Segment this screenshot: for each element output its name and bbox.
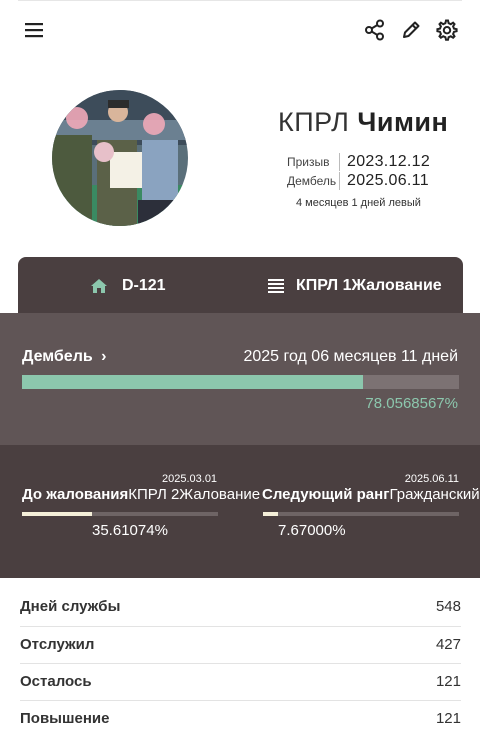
stat-remaining: Осталось 121 bbox=[20, 663, 461, 700]
tab-salary-label: КПРЛ 1Жалование bbox=[296, 277, 442, 294]
next-rank-progress-fill bbox=[263, 512, 279, 516]
enlist-date: 2023.12.12 bbox=[347, 153, 431, 170]
stat-value: 548 bbox=[435, 598, 461, 615]
pencil-icon[interactable] bbox=[399, 18, 423, 42]
next-rank-label-bold: Следующий ранг bbox=[262, 486, 390, 503]
top-divider bbox=[18, 0, 462, 1]
salary-label-bold: До жалования bbox=[22, 486, 129, 503]
discharge-progress-title[interactable]: Дембель › bbox=[22, 348, 106, 366]
remaining-text: 4 месяцев 1 дней левый bbox=[296, 197, 421, 209]
discharge-date: 2025.06.11 bbox=[347, 172, 429, 189]
list-icon bbox=[268, 279, 284, 293]
tab-salary[interactable]: КПРЛ 1Жалование bbox=[268, 257, 442, 315]
discharge-progress-percent: 78.0568567% bbox=[365, 395, 458, 412]
stat-label: Отслужил bbox=[20, 636, 95, 653]
gear-icon[interactable] bbox=[435, 18, 459, 42]
discharge-separator bbox=[339, 172, 340, 190]
name-text: Чимин bbox=[357, 107, 449, 137]
discharge-progress-bar bbox=[22, 375, 459, 389]
home-icon bbox=[91, 279, 107, 293]
rank-text: КПРЛ bbox=[278, 107, 350, 137]
discharge-progress-label: Дембель bbox=[22, 348, 93, 365]
next-rank-label-rest: Гражданский bbox=[389, 486, 480, 503]
salary-progress-label: До жалованияКПРЛ 2Жалование bbox=[22, 486, 260, 503]
top-bar bbox=[0, 0, 480, 60]
next-rank-progress-percent: 7.67000% bbox=[278, 522, 346, 539]
salary-date: 2025.03.01 bbox=[162, 473, 218, 485]
discharge-progress-fill bbox=[22, 375, 364, 389]
stat-label: Повышение bbox=[20, 710, 110, 727]
stat-value: 121 bbox=[435, 710, 461, 727]
avatar[interactable] bbox=[52, 90, 188, 226]
stat-service-days: Дней службы 548 bbox=[20, 588, 461, 625]
stat-promotion: Повышение 121 bbox=[20, 700, 461, 734]
chevron-right-icon: › bbox=[101, 348, 107, 365]
salary-label-rest: КПРЛ 2Жалование bbox=[128, 486, 261, 503]
enlist-separator bbox=[339, 153, 340, 171]
share-icon[interactable] bbox=[363, 18, 387, 42]
enlist-row: Призыв 2023.12.12 bbox=[287, 153, 430, 171]
profile-name: КПРЛ Чимин bbox=[278, 107, 448, 138]
stat-label: Дней службы bbox=[20, 598, 121, 615]
tab-dday[interactable]: D-121 bbox=[90, 257, 166, 315]
salary-progress-bar bbox=[22, 512, 218, 516]
next-rank-progress-bar bbox=[263, 512, 459, 516]
salary-progress-fill bbox=[22, 512, 92, 516]
stat-served: Отслужил 427 bbox=[20, 626, 461, 663]
tab-dday-label: D-121 bbox=[122, 277, 166, 294]
sub-progress-panel: 2025.03.01 До жалованияКПРЛ 2Жалование 3… bbox=[0, 445, 480, 578]
stat-value: 427 bbox=[435, 636, 461, 653]
discharge-progress-panel: Дембель › 2025 год 06 месяцев 11 дней 78… bbox=[0, 313, 480, 445]
hamburger-menu-icon[interactable] bbox=[22, 18, 46, 42]
next-rank-progress-label: Следующий рангГражданский bbox=[262, 486, 480, 503]
salary-progress-percent: 35.61074% bbox=[92, 522, 168, 539]
discharge-progress-detail: 2025 год 06 месяцев 11 дней bbox=[243, 348, 458, 365]
stat-label: Осталось bbox=[20, 673, 92, 690]
tab-bar: D-121 КПРЛ 1Жалование bbox=[18, 257, 463, 315]
stat-value: 121 bbox=[435, 673, 461, 690]
discharge-label: Дембель bbox=[287, 174, 337, 188]
next-rank-date: 2025.06.11 bbox=[404, 473, 459, 485]
discharge-row: Дембель 2025.06.11 bbox=[287, 172, 429, 190]
enlist-label: Призыв bbox=[287, 155, 330, 169]
profile-section: КПРЛ Чимин Призыв 2023.12.12 Дембель 202… bbox=[0, 80, 480, 240]
